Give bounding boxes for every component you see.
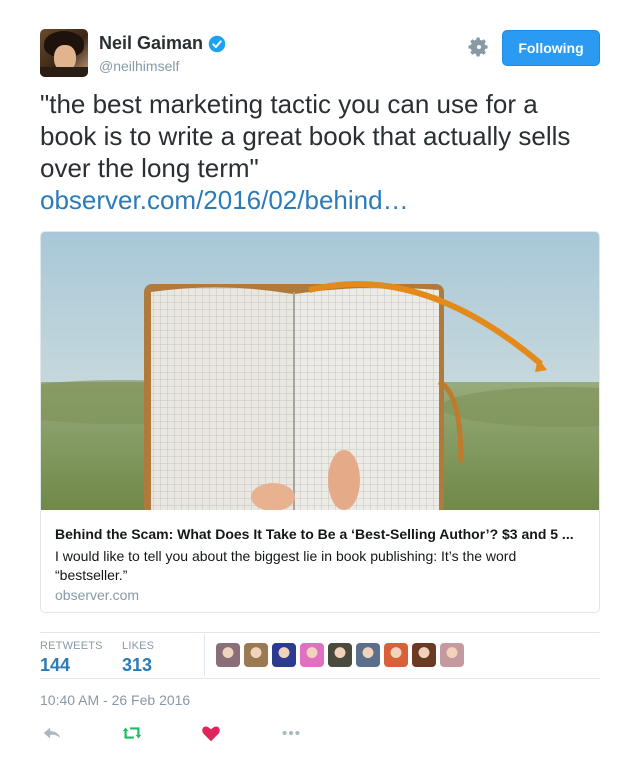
retweets-label: RETWEETS bbox=[40, 640, 103, 652]
tweet-timestamp[interactable]: 10:40 AM - 26 Feb 2016 bbox=[40, 692, 190, 708]
author-handle[interactable]: @neilhimself bbox=[99, 58, 179, 74]
liker-avatar[interactable] bbox=[356, 643, 380, 667]
author-name-row: Neil Gaiman bbox=[99, 33, 226, 54]
stats-divider-top bbox=[40, 632, 600, 633]
reply-icon[interactable] bbox=[40, 722, 64, 744]
stats-separator bbox=[204, 634, 205, 676]
likes-count[interactable]: 313 bbox=[122, 655, 154, 676]
liker-avatar[interactable] bbox=[384, 643, 408, 667]
liker-avatar[interactable] bbox=[300, 643, 324, 667]
liker-avatars bbox=[216, 643, 464, 667]
likes-stat[interactable]: LIKES 313 bbox=[122, 640, 154, 676]
link-card[interactable]: Behind the Scam: What Does It Take to Be… bbox=[40, 231, 600, 613]
card-domain: observer.com bbox=[55, 587, 140, 603]
author-name[interactable]: Neil Gaiman bbox=[99, 33, 203, 54]
liker-avatar[interactable] bbox=[440, 643, 464, 667]
card-title[interactable]: Behind the Scam: What Does It Take to Be… bbox=[55, 526, 585, 542]
card-image[interactable] bbox=[41, 232, 599, 510]
stats-divider-bottom bbox=[40, 678, 600, 679]
more-dots-icon[interactable] bbox=[279, 722, 303, 744]
card-description: I would like to tell you about the bigge… bbox=[55, 548, 517, 583]
tweet-container: Neil Gaiman @neilhimself Following "the … bbox=[0, 0, 638, 774]
gear-icon[interactable] bbox=[468, 36, 490, 58]
likes-label: LIKES bbox=[122, 640, 155, 652]
tweet-body: "the best marketing tactic you can use f… bbox=[40, 89, 571, 183]
retweets-count[interactable]: 144 bbox=[40, 655, 103, 676]
retweets-stat[interactable]: RETWEETS 144 bbox=[40, 640, 103, 676]
liker-avatar[interactable] bbox=[244, 643, 268, 667]
retweet-icon[interactable] bbox=[120, 722, 144, 744]
tweet-text: "the best marketing tactic you can use f… bbox=[40, 88, 600, 216]
tweet-link[interactable]: observer.com/2016/02/behind… bbox=[40, 185, 409, 215]
liker-avatar[interactable] bbox=[412, 643, 436, 667]
verified-badge-icon bbox=[208, 35, 226, 52]
liker-avatar[interactable] bbox=[328, 643, 352, 667]
heart-icon[interactable] bbox=[199, 722, 223, 744]
following-button[interactable]: Following bbox=[502, 30, 600, 66]
author-avatar[interactable] bbox=[40, 29, 88, 77]
liker-avatar[interactable] bbox=[272, 643, 296, 667]
liker-avatar[interactable] bbox=[216, 643, 240, 667]
